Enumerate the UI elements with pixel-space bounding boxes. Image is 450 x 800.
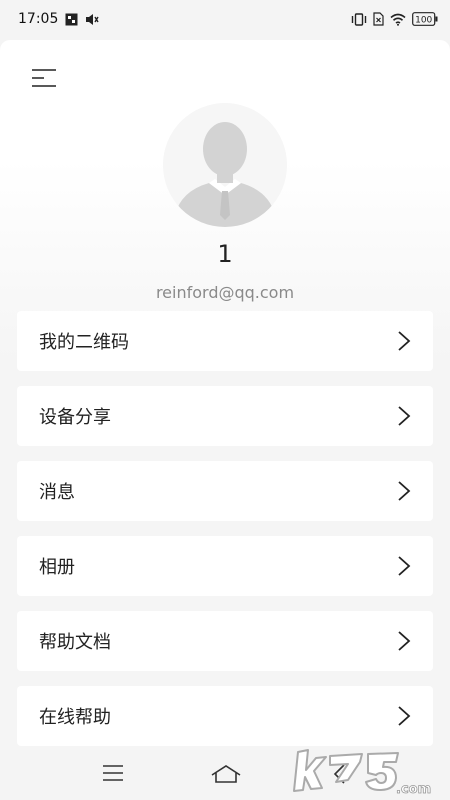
menu-item-help-docs[interactable]: 帮助文档 [17,611,433,671]
user-email: reinford@qq.com [155,283,295,302]
menu-item-label: 相册 [39,557,75,578]
menu-item-device-share[interactable]: 设备分享 [17,386,433,446]
menu-item-label: 消息 [39,482,75,503]
menu-item-online-help[interactable]: 在线帮助 [17,686,433,746]
mute-icon [85,13,99,26]
battery-level: 100 [415,16,432,26]
avatar[interactable] [163,103,287,227]
hamburger-menu-icon[interactable] [30,66,58,90]
battery-icon: 100 [412,12,438,26]
chevron-right-icon [398,481,411,501]
app-notification-icon [65,13,78,26]
menu-item-album[interactable]: 相册 [17,536,433,596]
menu-item-label: 帮助文档 [39,632,111,653]
no-sim-icon [373,12,384,26]
vibrate-icon [351,12,367,26]
menu-item-label: 在线帮助 [39,707,111,728]
recents-icon[interactable] [102,763,124,787]
username: 1 [217,240,233,268]
status-time: 17:05 [18,11,59,27]
chevron-right-icon [398,406,411,426]
menu-item-label: 我的二维码 [39,332,129,353]
chevron-right-icon [398,706,411,726]
chevron-right-icon [398,556,411,576]
chevron-right-icon [398,331,411,351]
profile-panel: 1 reinford@qq.com 我的二维码 设备分享 消息 相册 帮助文档 … [0,40,450,750]
home-icon[interactable] [210,763,242,789]
chevron-right-icon [398,631,411,651]
site-watermark-logo: .com [292,740,442,797]
status-bar: 17:05 100 [0,0,450,38]
menu-item-messages[interactable]: 消息 [17,461,433,521]
wifi-icon [390,13,406,26]
menu-item-qr-code[interactable]: 我的二维码 [17,311,433,371]
svg-text:.com: .com [396,782,431,796]
menu-item-label: 设备分享 [39,407,111,428]
